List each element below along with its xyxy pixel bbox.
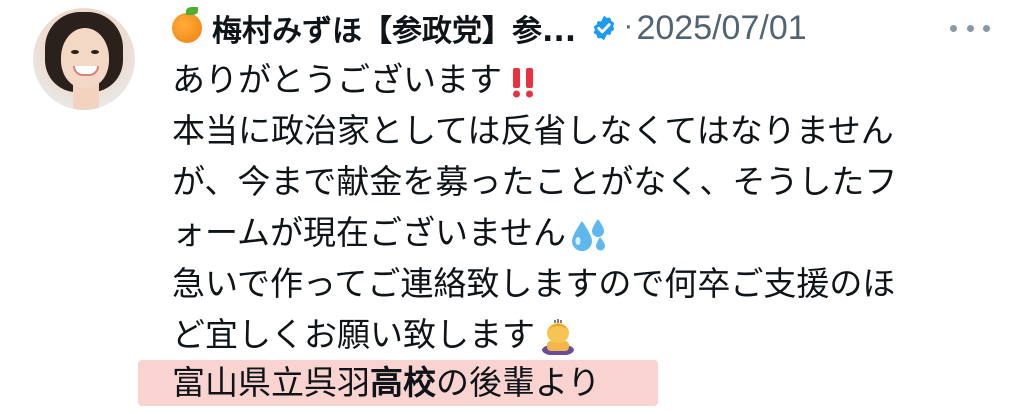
post-body: ありがとうございます 本当に政治家としては反省しなくてはなりません が、今まで献…	[172, 54, 1002, 360]
body-line-5: 急いで作ってご連絡致しますので何卒ご支援のほ	[172, 258, 1002, 309]
body-line-5-text: 急いで作ってご連絡致しますので何卒ご支援のほ	[172, 264, 896, 303]
body-line-3-text: が、今まで献金を募ったことがなく、そうしたフ	[172, 162, 898, 201]
double-exclamation-emoji-icon	[513, 67, 533, 97]
body-line-3: が、今まで献金を募ったことがなく、そうしたフ	[172, 156, 1002, 207]
highlight-text-after: の後輩より	[436, 363, 601, 402]
post-date[interactable]: 2025/07/01	[636, 9, 806, 48]
body-line-6: ど宜しくお願い致します	[172, 309, 1002, 360]
highlight-text-before: 富山県立呉羽	[172, 363, 370, 402]
more-horizontal-icon[interactable]	[950, 18, 990, 38]
separator-dot: ·	[624, 13, 633, 43]
body-line-1: ありがとうございます	[172, 54, 1002, 105]
post: 梅村みずほ【参政党】参... · 2025/07/01 ありがとうございます 本…	[0, 0, 1024, 414]
author-display-name[interactable]: 梅村みずほ【参政党】参...	[212, 6, 576, 50]
body-line-2-text: 本当に政治家としては反省しなくてはなりません	[172, 111, 894, 150]
highlight-text: 富山県立呉羽高校の後輩より	[172, 360, 600, 406]
bowing-person-emoji-icon	[542, 318, 574, 355]
orange-emoji-icon	[172, 7, 202, 43]
highlight-text-bold: 高校	[370, 363, 436, 402]
post-header: 梅村みずほ【参政党】参... · 2025/07/01	[172, 6, 1012, 50]
sweat-droplets-emoji-icon	[572, 218, 606, 251]
body-line-4-text: ォームが現在ございません	[172, 213, 567, 252]
body-line-4: ォームが現在ございません	[172, 207, 1002, 258]
body-line-1-text: ありがとうございます	[172, 60, 502, 99]
verified-badge-icon	[593, 15, 615, 41]
body-line-2: 本当に政治家としては反省しなくてはなりません	[172, 105, 1002, 156]
author-avatar[interactable]	[33, 8, 135, 110]
body-line-6-text: ど宜しくお願い致します	[172, 315, 535, 354]
